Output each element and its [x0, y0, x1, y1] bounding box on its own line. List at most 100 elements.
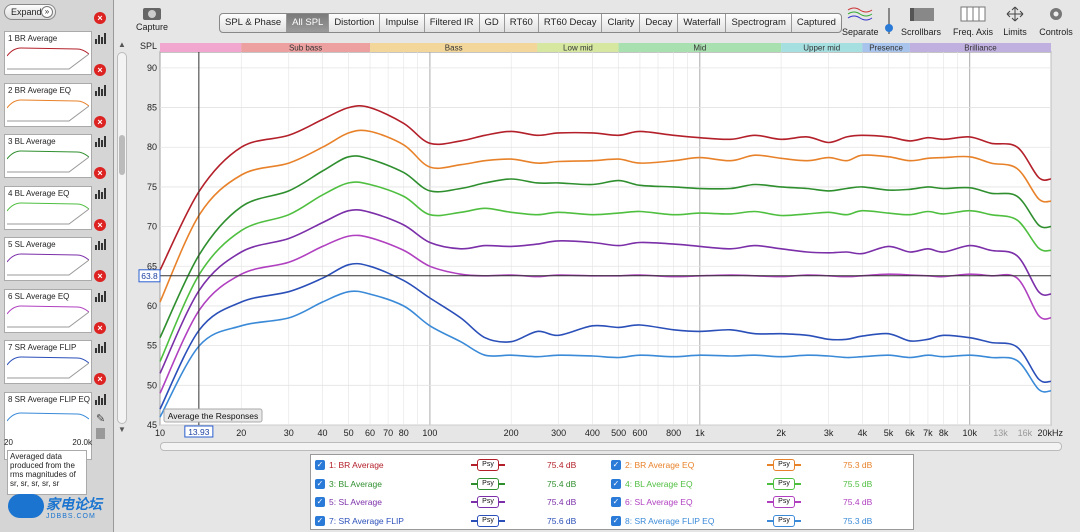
measurement-tile[interactable]: 5 SL Average [4, 237, 92, 281]
psy-label: Psy [477, 459, 499, 471]
legend-checkbox[interactable]: ✓ [315, 497, 325, 507]
psy-smoothing-selector[interactable]: Psy [767, 514, 801, 527]
freq-axis-button[interactable]: Freq. Axis [950, 6, 996, 37]
level-bars-icon[interactable] [95, 33, 106, 44]
level-bars-icon[interactable] [95, 136, 106, 147]
x-tick-label: 16k [1018, 428, 1033, 438]
psy-smoothing-selector[interactable]: Psy [767, 459, 801, 471]
separate-icon [847, 7, 873, 21]
remove-measurement-icon[interactable]: × [94, 321, 106, 334]
legend-checkbox[interactable]: ✓ [611, 515, 621, 526]
tab-decay[interactable]: Decay [640, 14, 679, 32]
psy-smoothing-selector[interactable]: Psy [471, 477, 505, 490]
measurement-tile[interactable]: 6 SL Average EQ [4, 288, 92, 333]
legend-label: 5: SL Average [329, 497, 382, 507]
legend-label: 2: BR Average EQ [625, 460, 695, 470]
legend-checkbox[interactable]: ✓ [611, 497, 621, 507]
horizontal-scrollbar[interactable] [160, 442, 1062, 451]
legend-checkbox[interactable]: ✓ [315, 478, 325, 489]
sidebar-scrollbar[interactable] [117, 52, 127, 424]
tab-clarity[interactable]: Clarity [602, 14, 641, 32]
thumbnail-trace [7, 150, 89, 173]
scrollbar-thumb[interactable] [119, 135, 125, 175]
x-tick-label: 1k [695, 428, 705, 438]
tab-rt60-decay[interactable]: RT60 Decay [539, 14, 603, 32]
x-tick-label: 50 [344, 428, 354, 438]
gear-icon [1050, 8, 1062, 20]
legend-label: 8: SR Average FLIP EQ [625, 515, 715, 526]
scroll-up-icon[interactable]: ▲ [118, 40, 126, 49]
remove-measurement-icon[interactable]: × [94, 270, 106, 282]
x-tick-label: 7k [923, 428, 933, 438]
remove-all-icon[interactable]: × [94, 12, 106, 24]
level-bars-icon[interactable] [95, 84, 106, 96]
x-tick-label: 20 [236, 428, 246, 438]
band-label: Bass [445, 44, 463, 53]
notes-icon[interactable] [96, 427, 105, 439]
controls-label: Controls [1039, 27, 1073, 37]
remove-measurement-icon[interactable]: × [94, 218, 106, 231]
y-tick-label: 70 [147, 222, 157, 232]
pencil-icon[interactable]: ✎ [96, 412, 105, 425]
limits-button[interactable]: Limits [998, 6, 1032, 37]
level-bars-icon[interactable] [95, 239, 106, 250]
x-tick-label: 600 [632, 428, 647, 438]
level-bars-icon[interactable] [95, 393, 106, 405]
psy-smoothing-selector[interactable]: Psy [471, 459, 505, 471]
measurement-tile[interactable]: 2 BR Average EQ [4, 82, 92, 127]
separate-label: Separate [842, 27, 879, 37]
tab-gd[interactable]: GD [480, 14, 505, 32]
tab-rt60[interactable]: RT60 [505, 14, 539, 32]
spl-chart[interactable]: Sub bass Bass Low mid Mid Upper mid Presence B… [136, 38, 1066, 458]
psy-smoothing-selector[interactable]: Psy [471, 514, 505, 527]
watermark-sub-text: JDBBS.COM [46, 513, 96, 520]
remove-measurement-icon[interactable]: × [94, 115, 106, 128]
legend-checkbox[interactable]: ✓ [611, 460, 621, 470]
legend-checkbox[interactable]: ✓ [315, 515, 325, 526]
scrollbars-button[interactable]: Scrollbars [898, 6, 944, 37]
vertical-slider[interactable] [882, 6, 896, 38]
legend-label: 3: BL Average [329, 478, 382, 489]
capture-button[interactable]: Capture [134, 8, 170, 32]
tab-filtered-ir[interactable]: Filtered IR [425, 14, 480, 32]
tab-captured[interactable]: Captured [792, 14, 841, 32]
legend-checkbox[interactable]: ✓ [611, 478, 621, 489]
tab-waterfall[interactable]: Waterfall [678, 14, 727, 32]
x-tick-label: 400 [585, 428, 600, 438]
x-tick-label: 80 [399, 428, 409, 438]
y-tick-label: 60 [147, 301, 157, 311]
cursor-y-value: 63.8 [141, 271, 158, 281]
measurement-tile[interactable]: 4 BL Average EQ [4, 185, 92, 230]
controls-button[interactable]: Controls [1036, 6, 1076, 37]
level-bars-icon[interactable] [95, 290, 106, 302]
remove-measurement-icon[interactable]: × [94, 167, 106, 179]
tab-spectrogram[interactable]: Spectrogram [726, 14, 792, 32]
separate-button[interactable]: Separate [842, 6, 879, 37]
legend-value: 75.4 dB [547, 497, 577, 507]
legend-checkbox[interactable]: ✓ [315, 460, 325, 470]
tab-impulse[interactable]: Impulse [380, 14, 425, 32]
tab-spl-phase[interactable]: SPL & Phase [220, 14, 288, 32]
x-tick-label: 100 [422, 428, 437, 438]
watermark-logo: 家电论坛 JDBBS.COM [8, 492, 108, 524]
psy-smoothing-selector[interactable]: Psy [767, 496, 801, 508]
legend-value: 75.4 dB [547, 478, 577, 489]
legend-row: ✓ 3: BL Average Psy 75.4 dB [315, 476, 605, 494]
level-bars-icon[interactable] [95, 342, 106, 353]
logo-emblem [8, 494, 44, 518]
measurement-tile[interactable]: 3 BL Average [4, 134, 92, 178]
scroll-down-icon[interactable]: ▼ [118, 425, 126, 434]
remove-measurement-icon[interactable]: × [94, 373, 106, 385]
x-tick-label: 5k [884, 428, 894, 438]
tab-distortion[interactable]: Distortion [329, 14, 381, 32]
freq-axis-icon [960, 6, 986, 22]
measurement-tile[interactable]: 1 BR Average [4, 31, 92, 75]
psy-smoothing-selector[interactable]: Psy [767, 477, 801, 490]
psy-smoothing-selector[interactable]: Psy [471, 496, 505, 508]
level-bars-icon[interactable] [95, 187, 106, 199]
x-tick-label: 4k [858, 428, 868, 438]
measurement-tile[interactable]: 7 SR Average FLIP [4, 340, 92, 384]
remove-measurement-icon[interactable]: × [94, 64, 106, 76]
tab-all-spl[interactable]: All SPL [287, 14, 330, 32]
expand-button[interactable]: Expand » [4, 4, 56, 20]
